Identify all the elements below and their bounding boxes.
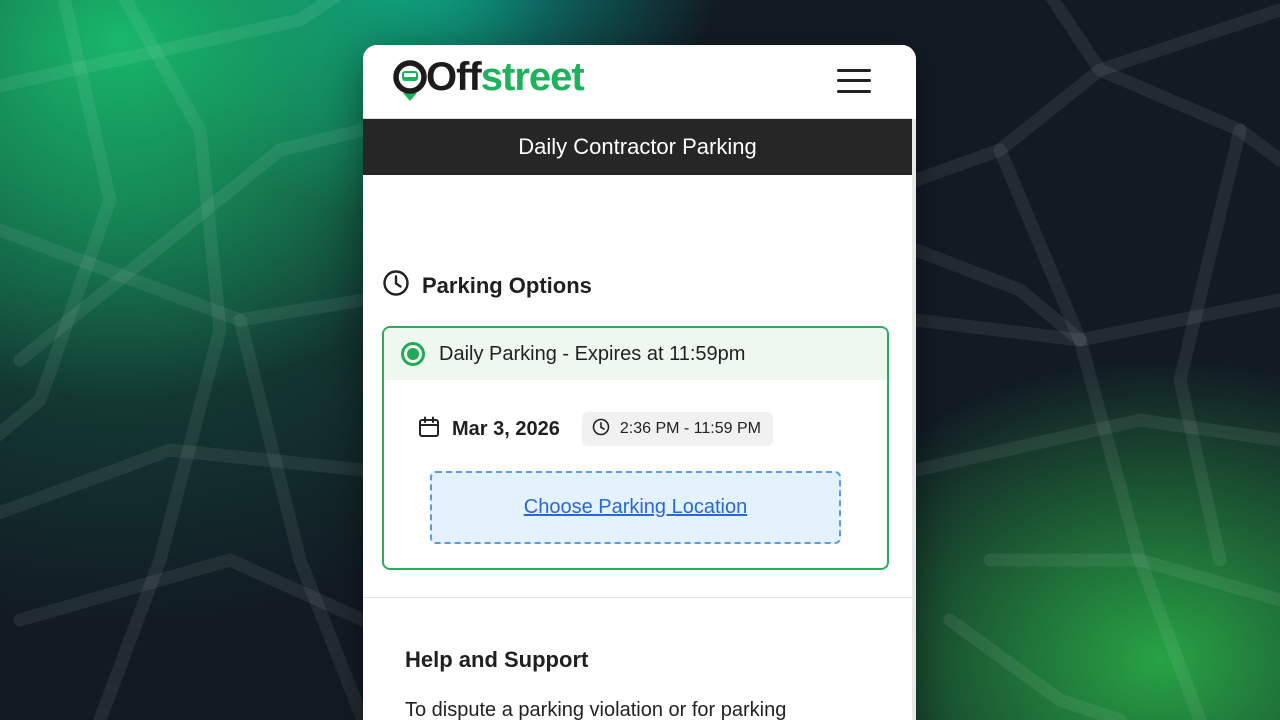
- logo-wordmark: Off street: [426, 55, 585, 99]
- clock-icon: [592, 418, 610, 441]
- selected-radio-icon[interactable]: [401, 342, 425, 366]
- time-range-text: 2:36 PM - 11:59 PM: [619, 420, 761, 437]
- option-label: Daily Parking - Expires at 11:59pm: [439, 342, 746, 365]
- mobile-app-frame: Off street Daily Contractor Parking Park…: [363, 45, 916, 720]
- parking-option-card: Daily Parking - Expires at 11:59pm Mar 3…: [382, 326, 889, 570]
- app-header: Off street: [363, 45, 912, 119]
- hamburger-menu-icon[interactable]: [837, 67, 873, 95]
- logo-text-dark: Off: [426, 55, 482, 99]
- parking-date: Mar 3, 2026: [452, 417, 560, 440]
- logo-text-green: street: [480, 55, 585, 99]
- scrollbar-track[interactable]: [912, 119, 916, 720]
- help-support-text: To dispute a parking violation or for pa…: [405, 699, 787, 720]
- page-title: Daily Contractor Parking: [518, 134, 757, 159]
- logo-pin-icon: [393, 57, 427, 105]
- app-content: Off street Daily Contractor Parking Park…: [363, 45, 912, 720]
- time-range-badge: 2:36 PM - 11:59 PM: [581, 412, 773, 446]
- help-support-title: Help and Support: [405, 647, 589, 672]
- daily-parking-option[interactable]: Daily Parking - Expires at 11:59pm: [384, 328, 887, 380]
- page-title-bar: Daily Contractor Parking: [363, 119, 912, 175]
- parking-options-heading: Parking Options: [382, 269, 592, 302]
- choose-parking-location-link[interactable]: Choose Parking Location: [524, 496, 747, 519]
- date-time-row: Mar 3, 2026 2:36 PM - 11:59 PM: [418, 412, 773, 446]
- parking-options-title: Parking Options: [422, 272, 592, 298]
- offstreet-logo[interactable]: Off street: [393, 55, 585, 105]
- clock-icon: [382, 269, 410, 302]
- section-divider: [363, 597, 912, 598]
- choose-parking-location-button[interactable]: Choose Parking Location: [430, 471, 841, 544]
- calendar-icon: [418, 416, 440, 443]
